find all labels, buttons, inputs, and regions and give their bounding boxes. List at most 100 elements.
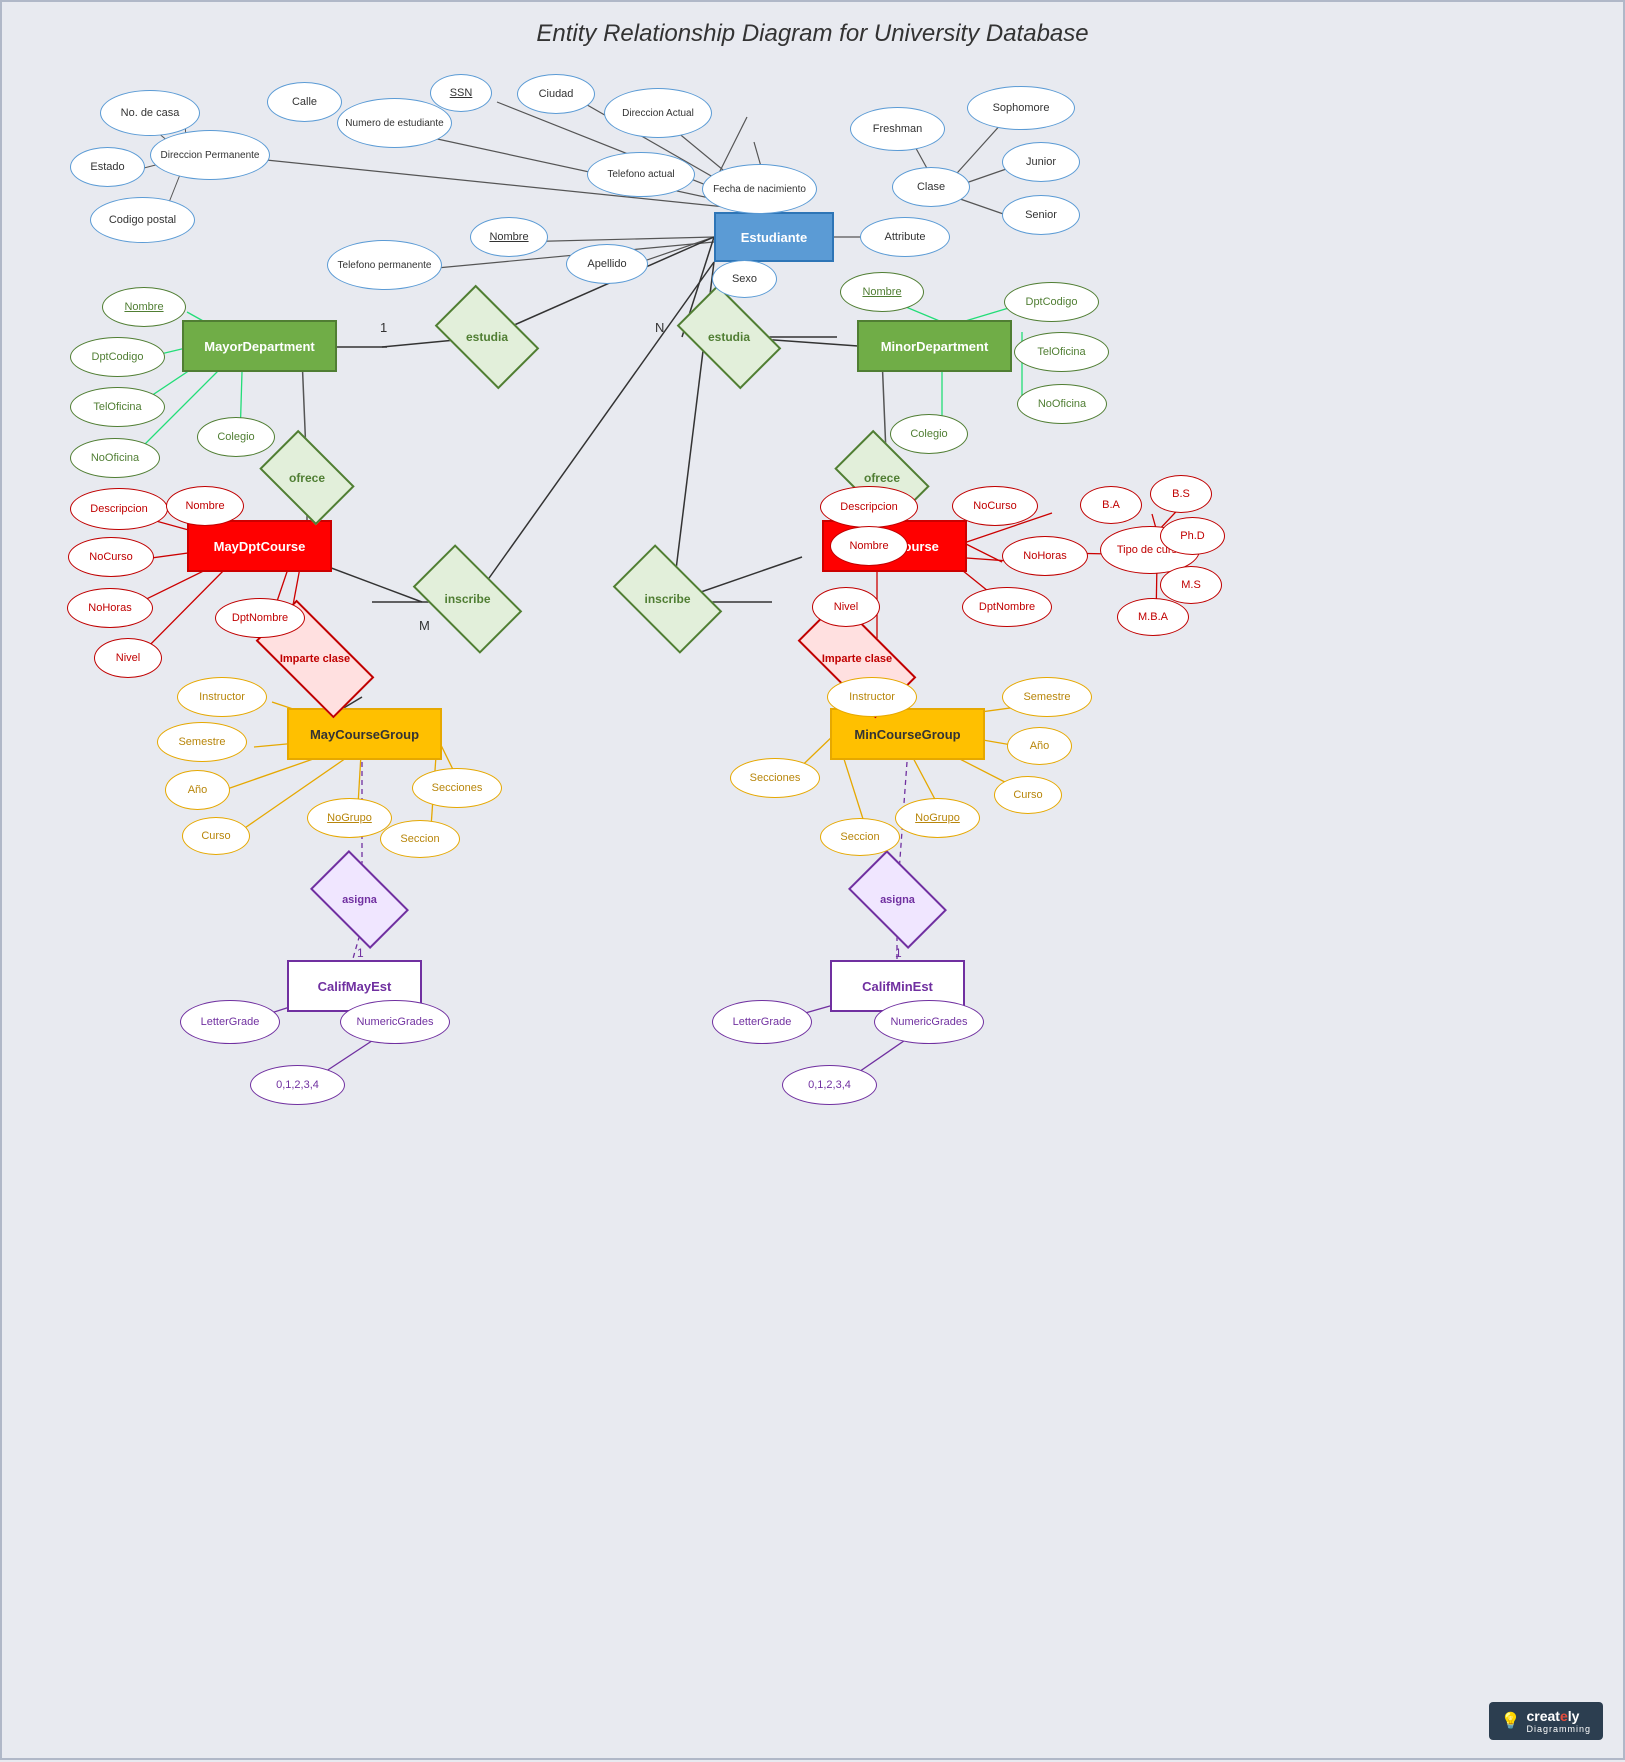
attr-nombre-estudiante: Nombre xyxy=(470,217,548,257)
attr-attribute: Attribute xyxy=(860,217,950,257)
rel-asigna-1: asigna xyxy=(317,872,402,927)
attr-may-numericgrades: NumericGrades xyxy=(340,1000,450,1044)
attr-sophomore: Sophomore xyxy=(967,86,1075,130)
logo-text-bottom: Diagramming xyxy=(1526,1724,1591,1734)
diagram-container: Entity Relationship Diagram for Universi… xyxy=(0,0,1625,1760)
attr-may-seccion: Seccion xyxy=(380,820,460,858)
attr-min-nogrupo: NoGrupo xyxy=(895,798,980,838)
attr-senior: Senior xyxy=(1002,195,1080,235)
attr-may-dptnombre: DptNombre xyxy=(215,598,305,638)
attr-may-nombre: Nombre xyxy=(102,287,186,327)
attr-min-secciones: Secciones xyxy=(730,758,820,798)
entity-minor-department: MinorDepartment xyxy=(857,320,1012,372)
attr-calle: Calle xyxy=(267,82,342,122)
attr-min-01234: 0,1,2,3,4 xyxy=(782,1065,877,1105)
entity-label: CalifMayEst xyxy=(318,979,392,994)
attr-direccion-actual: Direccion Actual xyxy=(604,88,712,138)
attr-min-numericgrades: NumericGrades xyxy=(874,1000,984,1044)
attr-clase: Clase xyxy=(892,167,970,207)
svg-text:N: N xyxy=(655,320,664,335)
attr-min-nooficina: NoOficina xyxy=(1017,384,1107,424)
attr-telefono-permanente: Telefono permanente xyxy=(327,240,442,290)
attr-may-curso: Curso xyxy=(182,817,250,855)
rel-inscribe-1: inscribe xyxy=(420,569,515,629)
attr-min-teloficina: TelOficina xyxy=(1014,332,1109,372)
attr-may-semestre: Semestre xyxy=(157,722,247,762)
attr-may-nombre-course: Nombre xyxy=(166,486,244,526)
attr-may-colegio: Colegio xyxy=(197,417,275,457)
rel-asigna-2: asigna xyxy=(855,872,940,927)
attr-min-descripcion: Descripcion xyxy=(820,486,918,528)
attr-estado: Estado xyxy=(70,147,145,187)
attr-min-ano: Año xyxy=(1007,727,1072,765)
attr-fecha-nacimiento: Fecha de nacimiento xyxy=(702,164,817,214)
attr-may-instructor: Instructor xyxy=(177,677,267,717)
attr-ba: B.A xyxy=(1080,486,1142,524)
svg-text:1: 1 xyxy=(357,946,364,960)
rel-estudia-1: estudia xyxy=(442,308,532,366)
attr-numero-estudiante: Numero de estudiante xyxy=(337,98,452,148)
attr-may-lettergrade: LetterGrade xyxy=(180,1000,280,1044)
entity-label: MayorDepartment xyxy=(204,339,315,354)
entity-may-course-group: MayCourseGroup xyxy=(287,708,442,760)
attr-may-secciones: Secciones xyxy=(412,768,502,808)
rel-imparte-clase-1: Imparte clase xyxy=(260,630,370,688)
attr-freshman: Freshman xyxy=(850,107,945,151)
entity-may-dpt-course: MayDptCourse xyxy=(187,520,332,572)
entity-label: MayDptCourse xyxy=(214,539,306,554)
attr-apellido: Apellido xyxy=(566,244,648,284)
attr-min-seccion: Seccion xyxy=(820,818,900,856)
rel-ofrece-1: ofrece xyxy=(267,450,347,505)
attr-min-dptcodigo: DptCodigo xyxy=(1004,282,1099,322)
attr-min-nivel: Nivel xyxy=(812,587,880,627)
attr-min-lettergrade: LetterGrade xyxy=(712,1000,812,1044)
logo-bulb-icon: 💡 xyxy=(1501,1711,1521,1731)
attr-junior: Junior xyxy=(1002,142,1080,182)
attr-min-curso: Curso xyxy=(994,776,1062,814)
entity-label: CalifMinEst xyxy=(862,979,933,994)
attr-min-colegio: Colegio xyxy=(890,414,968,454)
entity-min-course-group: MinCourseGroup xyxy=(830,708,985,760)
creately-logo: 💡 creately Diagramming xyxy=(1489,1702,1603,1740)
svg-text:1: 1 xyxy=(895,946,902,960)
attr-ssn: SSN xyxy=(430,74,492,112)
attr-may-nogrupo: NoGrupo xyxy=(307,798,392,838)
attr-no-de-casa: No. de casa xyxy=(100,90,200,136)
entity-label: MinCourseGroup xyxy=(854,727,960,742)
attr-may-nocurso: NoCurso xyxy=(68,537,154,577)
attr-may-teloficina: TelOficina xyxy=(70,387,165,427)
attr-bs: B.S xyxy=(1150,475,1212,513)
attr-ciudad: Ciudad xyxy=(517,74,595,114)
attr-may-dptcodigo: DptCodigo xyxy=(70,337,165,377)
attr-min-semestre: Semestre xyxy=(1002,677,1092,717)
page-title: Entity Relationship Diagram for Universi… xyxy=(536,20,1088,48)
attr-may-01234: 0,1,2,3,4 xyxy=(250,1065,345,1105)
entity-label: MinorDepartment xyxy=(881,339,989,354)
attr-min-instructor: Instructor xyxy=(827,677,917,717)
logo-text-top: creately xyxy=(1526,1708,1591,1724)
attr-min-dptnombre: DptNombre xyxy=(962,587,1052,627)
attr-min-nombre-course: Nombre xyxy=(830,526,908,566)
attr-mba: M.B.A xyxy=(1117,598,1189,636)
entity-estudiante: Estudiante xyxy=(714,212,834,262)
attr-phd: Ph.D xyxy=(1160,517,1225,555)
attr-sexo: Sexo xyxy=(712,260,777,298)
entity-label: MayCourseGroup xyxy=(310,727,419,742)
entity-mayor-department: MayorDepartment xyxy=(182,320,337,372)
connection-lines: N N 1 1 1 1 M M N N 1 1 xyxy=(2,2,1625,1762)
attr-direccion-permanente: Direccion Permanente xyxy=(150,130,270,180)
attr-may-nivel: Nivel xyxy=(94,638,162,678)
attr-min-nombre: Nombre xyxy=(840,272,924,312)
attr-may-nooficina: NoOficina xyxy=(70,438,160,478)
attr-may-descripcion: Descripcion xyxy=(70,488,168,530)
rel-inscribe-2: inscribe xyxy=(620,569,715,629)
attr-telefono-actual: Telefono actual xyxy=(587,152,695,197)
attr-may-nohoras: NoHoras xyxy=(67,588,153,628)
attr-min-nocurso: NoCurso xyxy=(952,486,1038,526)
rel-estudia-2: estudia xyxy=(684,308,774,366)
attr-ms: M.S xyxy=(1160,566,1222,604)
attr-codigo-postal: Codigo postal xyxy=(90,197,195,243)
entity-label: Estudiante xyxy=(741,230,807,245)
svg-text:1: 1 xyxy=(380,320,387,335)
attr-may-ano: Año xyxy=(165,770,230,810)
